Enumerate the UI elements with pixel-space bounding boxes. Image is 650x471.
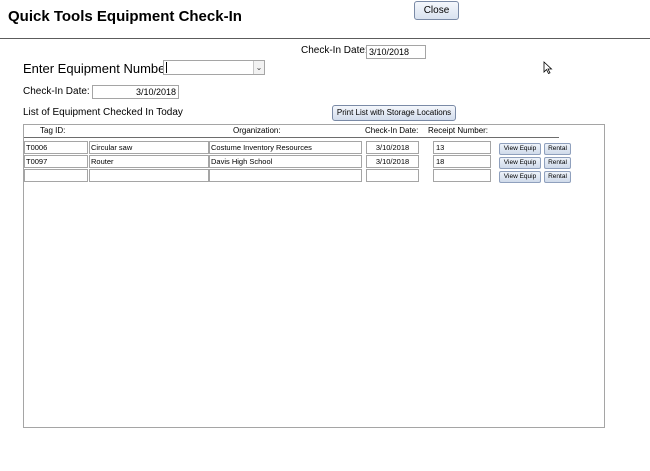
checkin-date-label: Check-In Date: — [301, 45, 368, 56]
organization-cell[interactable] — [209, 169, 362, 182]
item-cell[interactable]: Router — [89, 155, 209, 168]
chevron-down-icon[interactable]: ⌄ — [253, 61, 264, 74]
receipt-cell[interactable]: 18 — [433, 155, 491, 168]
item-cell[interactable] — [89, 169, 209, 182]
rental-button[interactable]: Rental — [544, 171, 571, 183]
checkin-date-cell[interactable]: 3/10/2018 — [366, 155, 419, 168]
organization-cell[interactable]: Costume Inventory Resources — [209, 141, 362, 154]
item-cell[interactable]: Circular saw — [89, 141, 209, 154]
print-list-button[interactable]: Print List with Storage Locations — [332, 105, 456, 121]
column-header-divider — [24, 137, 559, 138]
tag-id-cell[interactable]: T0006 — [24, 141, 88, 154]
checkin-date2-field[interactable]: 3/10/2018 — [92, 85, 179, 99]
column-header-tag: Tag ID: — [40, 126, 66, 135]
view-equip-button[interactable]: View Equip — [499, 157, 541, 169]
checkin-date-cell[interactable]: 3/10/2018 — [366, 141, 419, 154]
header-divider — [0, 38, 650, 39]
column-header-checkin-date: Check-In Date: — [365, 126, 419, 135]
rental-button[interactable]: Rental — [544, 143, 571, 155]
view-equip-button[interactable]: View Equip — [499, 143, 541, 155]
equipment-number-label: Enter Equipment Number: — [23, 61, 174, 76]
close-button[interactable]: Close — [414, 1, 459, 20]
list-title: List of Equipment Checked In Today — [23, 107, 183, 118]
organization-cell[interactable]: Davis High School — [209, 155, 362, 168]
receipt-cell[interactable] — [433, 169, 491, 182]
equipment-number-combo[interactable]: ⌄ — [163, 60, 265, 75]
checkin-date-cell[interactable] — [366, 169, 419, 182]
form-title: Quick Tools Equipment Check-In — [8, 8, 242, 25]
table-row: T0097 Router Davis High School 3/10/2018… — [0, 155, 650, 169]
rental-button[interactable]: Rental — [544, 157, 571, 169]
text-caret — [166, 62, 167, 73]
column-header-receipt: Receipt Number: — [428, 126, 489, 135]
view-equip-button[interactable]: View Equip — [499, 171, 541, 183]
arrow-cursor-icon — [543, 61, 553, 75]
table-row-new: View Equip Rental — [0, 169, 650, 183]
tag-id-cell[interactable]: T0097 — [24, 155, 88, 168]
table-row: T0006 Circular saw Costume Inventory Res… — [0, 141, 650, 155]
checkin-date-field[interactable]: 3/10/2018 — [366, 45, 426, 59]
tag-id-cell[interactable] — [24, 169, 88, 182]
checkin-date2-label: Check-In Date: — [23, 86, 90, 97]
column-header-organization: Organization: — [233, 126, 281, 135]
check-in-form: Quick Tools Equipment Check-In Close Che… — [0, 0, 650, 471]
receipt-cell[interactable]: 13 — [433, 141, 491, 154]
